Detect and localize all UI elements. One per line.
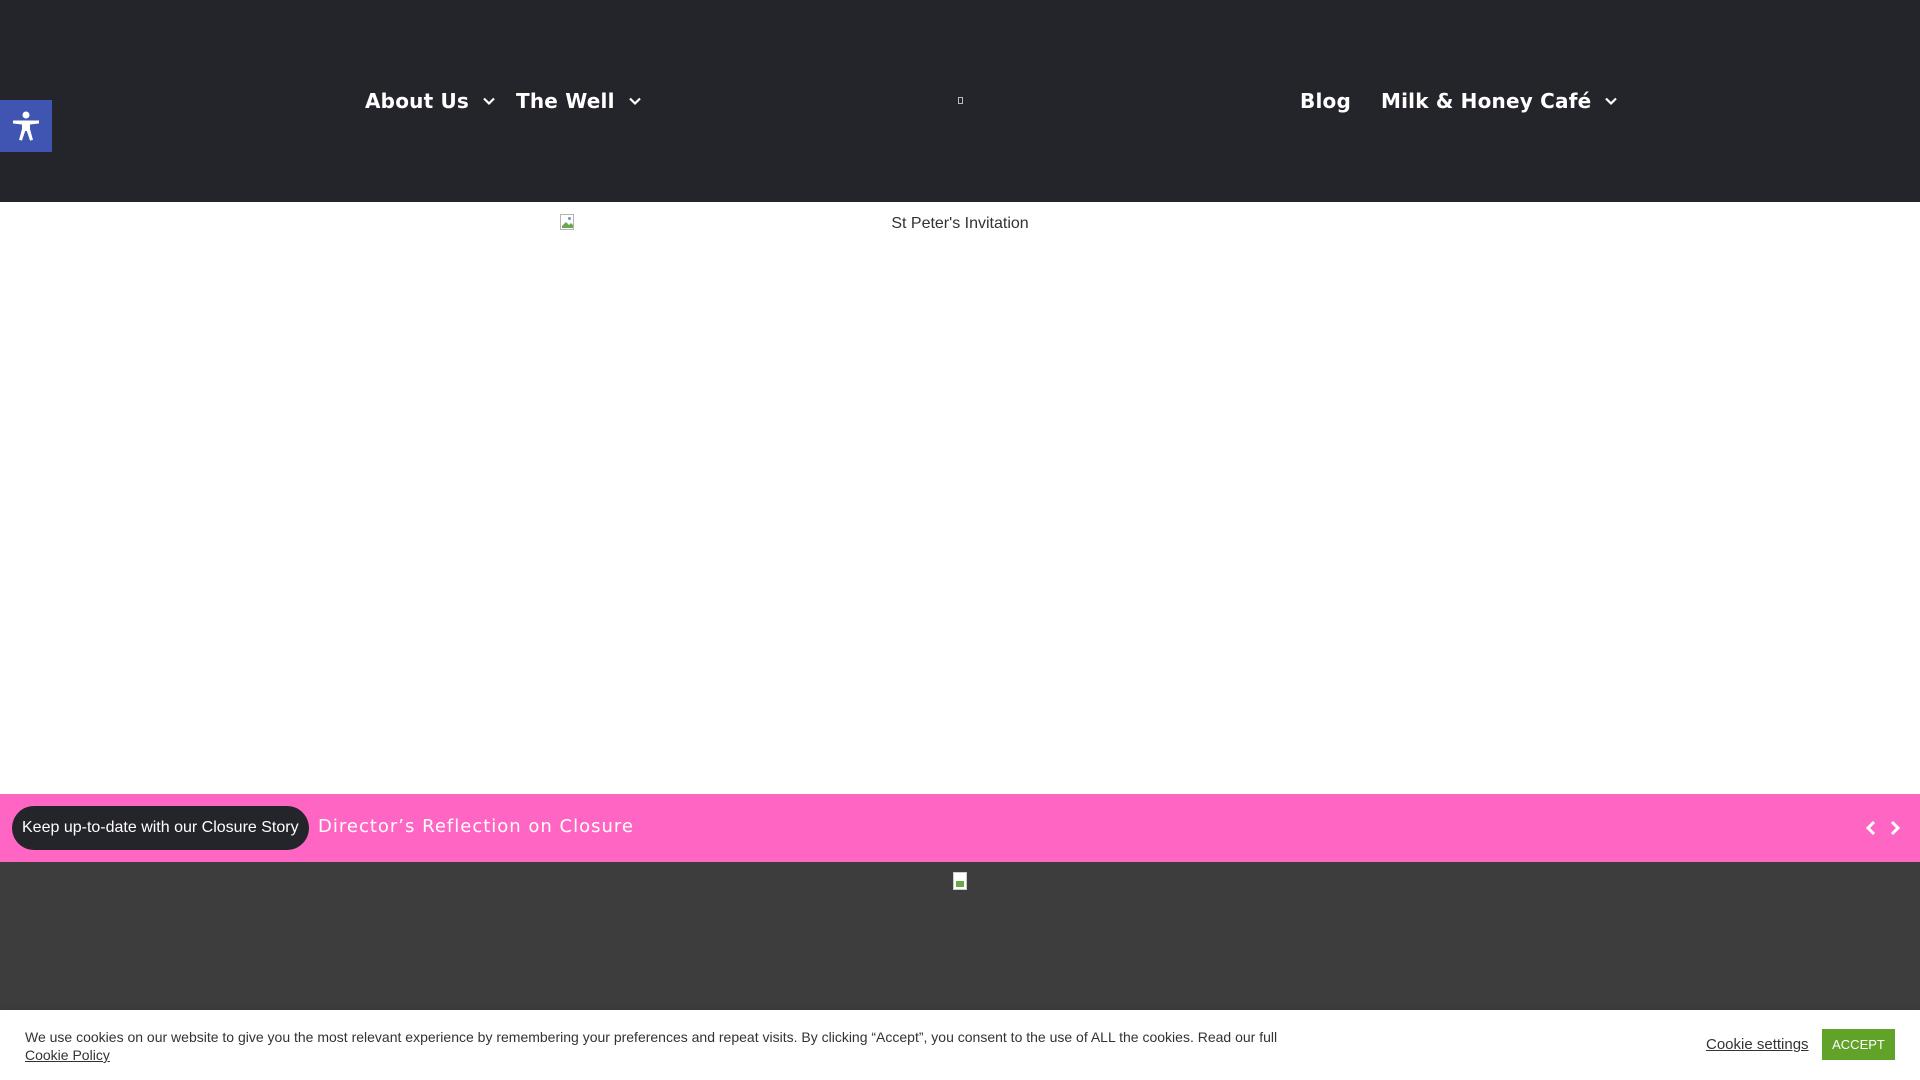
ticker-headline-link[interactable]: Director’s Reflection on Closure: [318, 816, 634, 837]
site-logo-broken-image-icon[interactable]: [958, 97, 963, 104]
nav-item-about-us[interactable]: About Us: [365, 86, 497, 116]
chevron-down-icon: [483, 97, 495, 106]
nav-label: Milk & Honey Café: [1381, 89, 1592, 113]
nav-label: Blog: [1300, 89, 1351, 113]
nav-item-the-well[interactable]: The Well: [516, 86, 643, 116]
nav-item-blog[interactable]: Blog: [1300, 86, 1351, 116]
hero-image-section: St Peter's Invitation: [0, 202, 1920, 794]
broken-image-icon: [953, 872, 967, 890]
cookie-message-text: We use cookies on our website to give yo…: [25, 1029, 1278, 1045]
site-header: About Us The Well Blog Milk & Honey Café: [0, 0, 1920, 202]
accessibility-person-icon: [13, 111, 39, 141]
ticker-label: Keep up-to-date with our Closure Story: [12, 806, 309, 850]
ticker-next-button[interactable]: [1884, 816, 1906, 840]
broken-image-icon: [560, 214, 574, 230]
accessibility-toolbar-button[interactable]: [0, 100, 52, 152]
footer-image-section: [0, 862, 1920, 1010]
chevron-left-icon: [1865, 820, 1876, 836]
nav-label: About Us: [365, 89, 470, 113]
cookie-policy-link[interactable]: Cookie Policy: [25, 1047, 110, 1063]
cookie-consent-bar: We use cookies on our website to give yo…: [0, 1010, 1920, 1080]
chevron-down-icon: [1605, 97, 1618, 106]
cookie-message: We use cookies on our website to give yo…: [25, 1028, 1365, 1064]
hero-image-alt-text: St Peter's Invitation: [891, 215, 1029, 232]
ticker-prev-button[interactable]: [1860, 816, 1882, 840]
nav-item-milk-honey-cafe[interactable]: Milk & Honey Café: [1381, 86, 1619, 116]
chevron-down-icon: [628, 97, 641, 106]
nav-label: The Well: [516, 89, 615, 113]
cookie-settings-link[interactable]: Cookie settings: [1706, 1036, 1809, 1053]
cookie-accept-button[interactable]: ACCEPT: [1822, 1029, 1895, 1060]
news-ticker: Keep up-to-date with our Closure Story D…: [0, 794, 1920, 862]
chevron-right-icon: [1890, 820, 1901, 836]
